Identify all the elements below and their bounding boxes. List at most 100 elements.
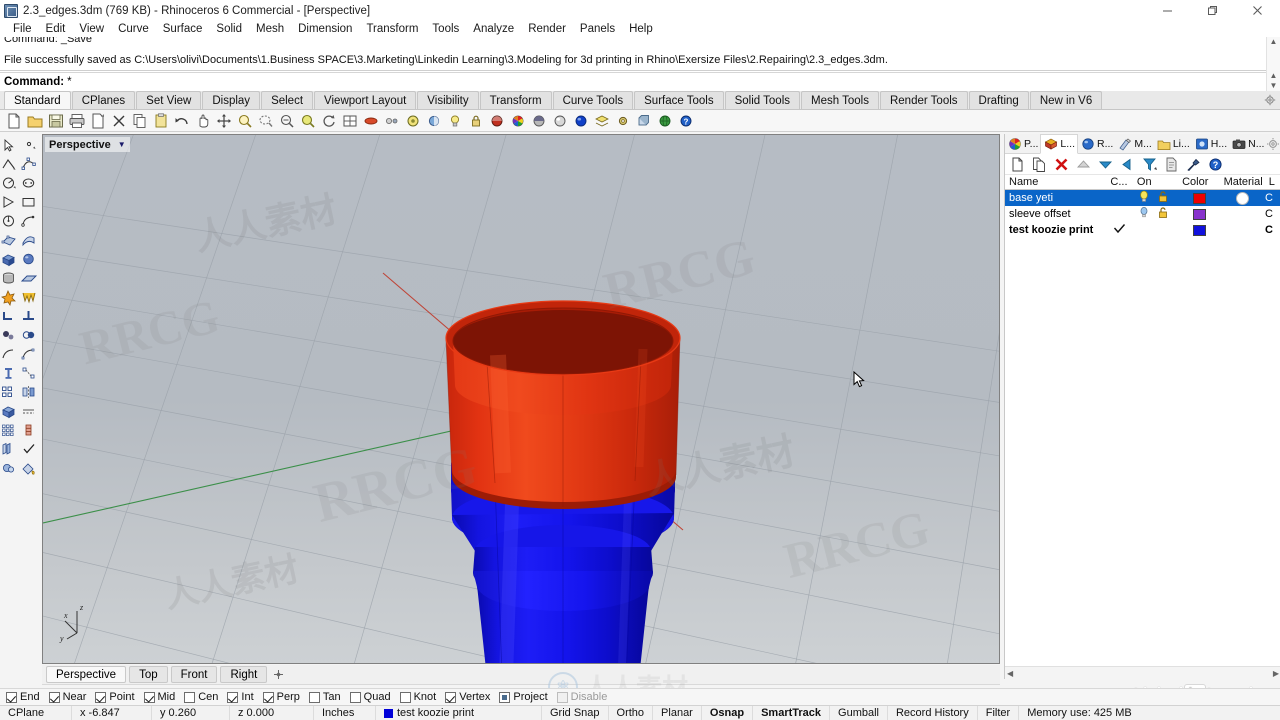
sphere-blue-icon[interactable] [572, 112, 590, 130]
menu-render[interactable]: Render [521, 21, 573, 37]
checkbox[interactable] [95, 691, 107, 703]
rotate-view-icon[interactable] [320, 112, 338, 130]
panel-horizontal-scrollbar[interactable]: ◀ ▶ [1005, 666, 1280, 679]
pan-icon[interactable] [194, 112, 212, 130]
print-icon[interactable] [68, 112, 86, 130]
osnap-end[interactable]: End [6, 691, 40, 703]
menu-transform[interactable]: Transform [359, 21, 425, 37]
panel-tab-materials[interactable]: M... [1115, 134, 1154, 154]
shade-icon[interactable] [362, 112, 380, 130]
model-geometry[interactable] [43, 135, 1000, 664]
command-prompt-input[interactable]: * [67, 76, 71, 88]
column-header-name[interactable]: Name [1005, 176, 1106, 188]
osnap-cen[interactable]: Cen [184, 691, 218, 703]
menu-surface[interactable]: Surface [156, 21, 210, 37]
chevron-down-icon[interactable]: ▼ [118, 140, 126, 149]
layer-properties-icon[interactable] [1163, 156, 1180, 173]
status-toggle-record-history[interactable]: Record History [888, 705, 978, 720]
menu-curve[interactable]: Curve [111, 21, 156, 37]
back-arrow-icon[interactable] [1119, 156, 1136, 173]
color-swatch[interactable] [1192, 192, 1206, 204]
scroll-up-icon[interactable]: ▲ [1270, 37, 1278, 47]
tab-mesh-tools[interactable]: Mesh Tools [801, 91, 879, 109]
block-icon[interactable] [635, 112, 653, 130]
sphere-render-icon[interactable] [551, 112, 569, 130]
shade-object-icon[interactable] [0, 460, 20, 479]
layer-current-cell[interactable] [1107, 223, 1133, 237]
analyze-icon[interactable] [20, 422, 40, 441]
tab-display[interactable]: Display [202, 91, 261, 109]
offset-surface-icon[interactable] [20, 346, 40, 365]
copy-icon[interactable] [131, 112, 149, 130]
restore-button[interactable] [1190, 0, 1235, 21]
panel-tab-named-views[interactable]: N... [1229, 134, 1266, 154]
zoom-dynamic-icon[interactable] [299, 112, 317, 130]
point-icon[interactable] [20, 137, 40, 156]
status-current-layer[interactable]: test koozie print [376, 705, 542, 720]
command-scrollbar[interactable]: ▲ ▲ ▼ [1266, 37, 1280, 91]
panel-tab-render[interactable]: R... [1078, 134, 1115, 154]
mesh-box-icon[interactable] [0, 403, 20, 422]
render-preview-icon[interactable] [383, 112, 401, 130]
status-toggle-ortho[interactable]: Ortho [609, 705, 654, 720]
status-toggle-grid-snap[interactable]: Grid Snap [542, 705, 609, 720]
viewport-tab-front[interactable]: Front [170, 666, 218, 683]
undo-icon[interactable] [173, 112, 191, 130]
status-toggle-osnap[interactable]: Osnap [702, 705, 754, 720]
layer-linetype[interactable]: C [1265, 224, 1280, 236]
render-icon[interactable] [404, 112, 422, 130]
surface-sweep-icon[interactable] [20, 232, 40, 251]
rectangle-icon[interactable] [20, 194, 40, 213]
add-viewport-icon[interactable] [270, 666, 286, 683]
table-row[interactable]: sleeve offset C [1005, 206, 1280, 222]
osnap-point[interactable]: Point [95, 691, 135, 703]
paste-icon[interactable] [152, 112, 170, 130]
layer-color-cell[interactable] [1178, 192, 1219, 204]
layer-color-cell[interactable] [1178, 208, 1219, 220]
filter-icon[interactable] [1141, 156, 1158, 173]
scroll-left-icon[interactable]: ◀ [1007, 669, 1013, 678]
panel-tab-help[interactable]: H... [1192, 134, 1229, 154]
material-icon[interactable] [488, 112, 506, 130]
menu-analyze[interactable]: Analyze [466, 21, 521, 37]
ellipse-icon[interactable] [20, 175, 40, 194]
tab-set-view[interactable]: Set View [136, 91, 202, 109]
text-icon[interactable] [0, 365, 20, 384]
circle-icon[interactable] [0, 175, 20, 194]
light-icon[interactable] [446, 112, 464, 130]
layer-color-cell[interactable] [1178, 224, 1219, 236]
zoom-extents-icon[interactable] [215, 112, 233, 130]
checkbox[interactable] [227, 691, 239, 703]
mirror-icon[interactable] [20, 384, 40, 403]
offset-curve-icon[interactable] [0, 346, 20, 365]
menu-panels[interactable]: Panels [573, 21, 622, 37]
save-icon[interactable] [47, 112, 65, 130]
tab-cplanes[interactable]: CPlanes [71, 91, 136, 109]
box-icon[interactable] [0, 251, 20, 270]
osnap-mid[interactable]: Mid [143, 691, 175, 703]
layer-linetype[interactable]: C [1265, 208, 1280, 220]
layer-icon[interactable] [593, 112, 611, 130]
layer-tools-icon[interactable] [1185, 156, 1202, 173]
checkbox[interactable] [308, 691, 320, 703]
layer-linetype[interactable]: C [1265, 192, 1280, 204]
osnap-int[interactable]: Int [227, 691, 254, 703]
lock-icon[interactable] [467, 112, 485, 130]
menu-mesh[interactable]: Mesh [249, 21, 291, 37]
tab-curve-tools[interactable]: Curve Tools [552, 91, 634, 109]
dimension-icon[interactable] [20, 365, 40, 384]
viewport-label[interactable]: Perspective ▼ [45, 137, 130, 152]
check-icon[interactable] [20, 441, 40, 460]
new-layer-icon[interactable] [1009, 156, 1026, 173]
checkbox[interactable] [399, 691, 411, 703]
surface-control-point-icon[interactable] [0, 232, 20, 251]
checkbox[interactable] [143, 691, 155, 703]
column-header-current[interactable]: C... [1106, 176, 1132, 188]
scroll-up-small-icon[interactable]: ▲ [1270, 71, 1278, 81]
gear-icon[interactable] [1264, 94, 1276, 106]
new-sublayer-icon[interactable] [1031, 156, 1048, 173]
scroll-updown-icons[interactable]: ▲ ▼ [1270, 71, 1278, 91]
move-down-icon[interactable] [1097, 156, 1114, 173]
select-arrow-icon[interactable] [0, 137, 20, 156]
color-swatch[interactable] [1192, 208, 1206, 220]
